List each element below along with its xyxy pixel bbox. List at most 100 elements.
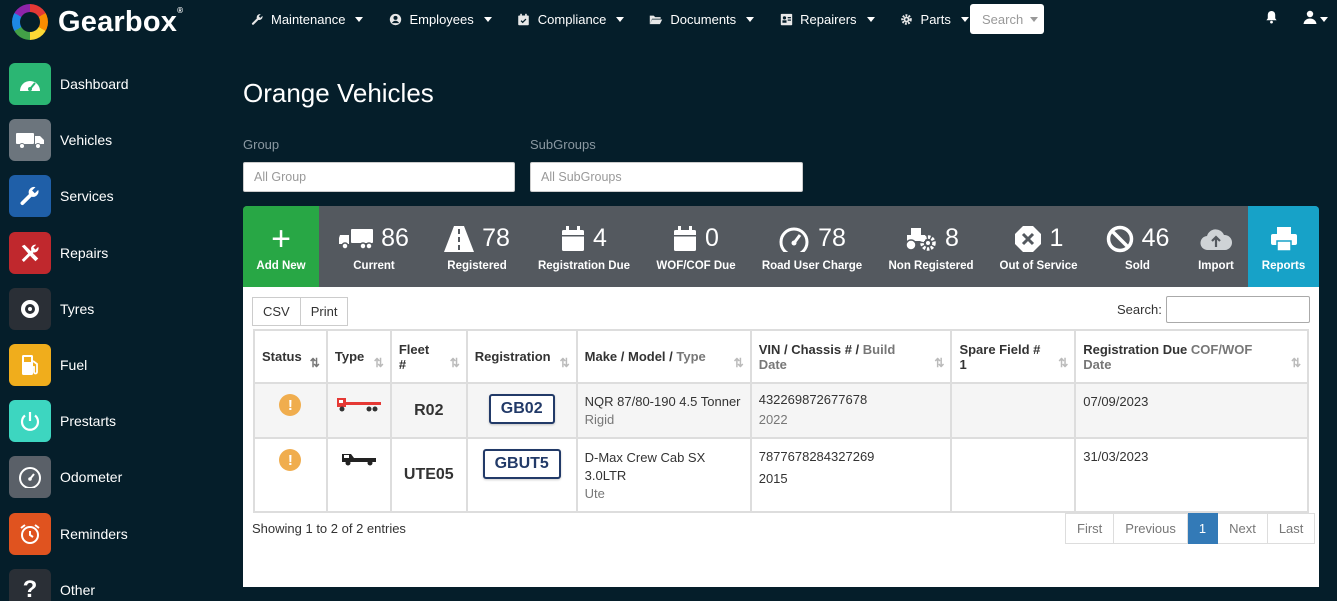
stat-label: Out of Service <box>999 259 1078 272</box>
table-row[interactable]: ! R02 GB02 NQR 87/80-190 4.5 Tonner Rigid… <box>253 382 1309 439</box>
sidebar-item-services[interactable]: Services <box>9 168 229 224</box>
stat-out-of-service[interactable]: 1 Out of Service <box>987 206 1090 287</box>
add-new-button[interactable]: + Add New <box>243 206 319 287</box>
sidebar-tile <box>9 231 51 274</box>
stat-sold[interactable]: 46 Sold <box>1090 206 1185 287</box>
header-label: Spare Field # 1 <box>959 341 1041 372</box>
stop-x-icon <box>1014 225 1041 252</box>
gauge-icon <box>779 227 809 252</box>
sidebar-tile <box>9 175 51 218</box>
sidebar-item-reminders[interactable]: Reminders <box>9 506 229 562</box>
cell-make-model: D-Max Crew Cab SX 3.0LTR Ute <box>575 437 752 513</box>
stats-bar: + Add New 86 Current 78 Registered 4 Reg… <box>243 206 1319 287</box>
table-header-row: Status ⇅ Type ⇅ Fleet # ⇅ Registration ⇅ Mak… <box>253 329 1309 384</box>
sidebar-label: Prestarts <box>60 413 117 430</box>
sidebar-item-fuel[interactable]: Fuel <box>9 337 229 393</box>
reports-button[interactable]: Reports <box>1248 206 1319 287</box>
sort-icon: ⇅ <box>309 356 320 370</box>
header-label: Type <box>334 349 365 364</box>
sidebar-item-odometer[interactable]: Odometer <box>9 449 229 505</box>
nav-compliance[interactable]: Compliance <box>517 12 625 27</box>
stat-import[interactable]: Import <box>1185 206 1247 287</box>
nav-repairers[interactable]: Repairers <box>779 12 875 27</box>
stat-value: 78 <box>818 224 846 252</box>
page-first[interactable]: First <box>1065 513 1115 544</box>
sidebar-item-tyres[interactable]: Tyres <box>9 281 229 337</box>
vehicle-type-text: Rigid <box>584 412 615 427</box>
col-spare-field[interactable]: Spare Field # 1 ⇅ <box>950 329 1077 384</box>
caret-down-icon <box>1030 16 1039 22</box>
page-last[interactable]: Last <box>1267 513 1316 544</box>
app-logo[interactable]: Gearbox® <box>12 4 183 40</box>
stat-road-user-charge[interactable]: 78 Road User Charge <box>749 206 875 287</box>
app-name: Gearbox® <box>58 5 184 38</box>
sidebar-item-dashboard[interactable]: Dashboard <box>9 56 229 112</box>
cell-type <box>325 437 392 513</box>
table-row[interactable]: ! UTE05 GBUT5 D-Max Crew Cab SX 3.0LTR Ut… <box>253 437 1309 513</box>
sidebar-item-other[interactable]: ? Other <box>9 562 229 601</box>
page-current[interactable]: 1 <box>1187 513 1219 544</box>
caret-down-icon <box>866 16 875 22</box>
nav-parts[interactable]: Parts <box>900 12 969 27</box>
sort-icon: ⇅ <box>1290 356 1301 370</box>
table-search-label: Search: <box>1117 302 1162 317</box>
col-status[interactable]: Status ⇅ <box>253 329 328 384</box>
make-model-text: D-Max Crew Cab SX 3.0LTR <box>584 450 706 483</box>
caret-down-icon <box>960 16 969 22</box>
cell-status: ! <box>253 382 328 439</box>
ute-icon <box>341 454 376 466</box>
sidebar-tile <box>9 287 51 330</box>
col-vin[interactable]: VIN / Chassis # / Build Date ⇅ <box>749 329 953 384</box>
sidebar-label: Repairs <box>60 244 109 261</box>
csv-button[interactable]: CSV <box>252 297 301 326</box>
top-nav: Maintenance Employees Compliance Documen… <box>250 0 994 38</box>
nav-label: Compliance <box>537 11 607 27</box>
vin-text: 7877678284327269 <box>758 449 875 464</box>
table-search-input[interactable] <box>1166 296 1310 323</box>
sidebar-tile <box>9 400 51 443</box>
nav-employees[interactable]: Employees <box>388 12 492 27</box>
page-previous[interactable]: Previous <box>1114 513 1188 544</box>
registration-plate[interactable]: GBUT5 <box>482 449 561 479</box>
user-menu[interactable] <box>1303 10 1328 29</box>
col-type[interactable]: Type ⇅ <box>325 329 392 384</box>
sidebar-tile <box>9 119 51 162</box>
stat-non-registered[interactable]: 8 Non Registered <box>875 206 987 287</box>
fuel-pump-icon <box>22 355 38 376</box>
nav-documents[interactable]: Documents <box>649 12 755 27</box>
sidebar-item-repairs[interactable]: Repairs <box>9 225 229 281</box>
stat-current[interactable]: 86 Current <box>319 206 429 287</box>
tyre-icon <box>21 299 39 318</box>
print-button[interactable]: Print <box>300 297 349 326</box>
build-date-text: 2022 <box>758 412 788 427</box>
header-label: Registration Due <box>1083 341 1188 357</box>
col-registration[interactable]: Registration ⇅ <box>465 329 578 384</box>
subgroup-select[interactable]: All SubGroups <box>530 162 803 192</box>
gauge-icon <box>20 81 40 92</box>
col-fleet[interactable]: Fleet # ⇅ <box>389 329 468 384</box>
col-registration-due[interactable]: Registration Due COF/WOF Date ⇅ <box>1074 329 1309 384</box>
stat-value: 86 <box>381 224 409 252</box>
nav-maintenance[interactable]: Maintenance <box>250 12 364 27</box>
sidebar-item-vehicles[interactable]: Vehicles <box>9 112 229 168</box>
bell-icon[interactable] <box>1265 10 1279 24</box>
registration-plate[interactable]: GB02 <box>488 394 555 424</box>
sidebar-item-prestarts[interactable]: Prestarts <box>9 393 229 449</box>
stat-registration-due[interactable]: 4 Registration Due <box>525 206 643 287</box>
group-label: Group <box>243 137 280 152</box>
gearbox-logo-icon <box>12 4 48 40</box>
page-title: Orange Vehicles <box>243 78 434 108</box>
calendar-icon <box>562 225 585 251</box>
nav-search-dropdown[interactable]: Search <box>970 4 1044 34</box>
stat-wof-cof-due[interactable]: 0 WOF/COF Due <box>643 206 749 287</box>
pagination: First Previous 1 Next Last <box>1065 513 1316 544</box>
stat-registered[interactable]: 78 Registered <box>429 206 525 287</box>
group-select[interactable]: All Group <box>243 162 515 192</box>
page-next[interactable]: Next <box>1218 513 1268 544</box>
sidebar-tile: ? <box>9 568 51 601</box>
table-info: Showing 1 to 2 of 2 entries <box>252 521 406 536</box>
alarm-clock-icon <box>20 523 40 544</box>
warning-icon: ! <box>279 394 302 416</box>
calendar-check-icon <box>517 12 531 26</box>
col-make-model[interactable]: Make / Model / Type ⇅ <box>575 329 752 384</box>
